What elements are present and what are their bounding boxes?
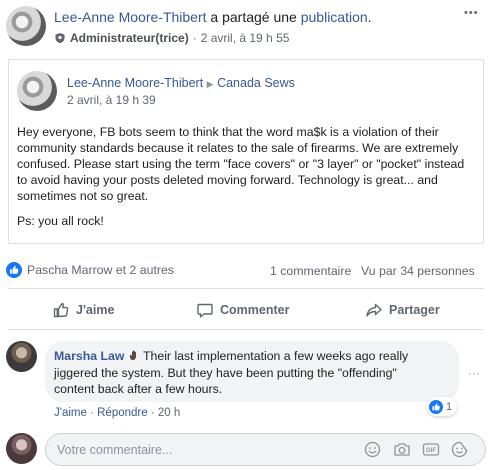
share-label: Partager [389,303,440,317]
like-label: J'aime [76,303,115,317]
comment-action-separator: · [150,407,155,419]
body-line: confused. Please start using the term "f… [17,157,465,171]
actions-divider [8,329,484,330]
comment-text: Marsha Law Their last implementation a f… [54,348,454,398]
reactors-text[interactable]: Pascha Marrow et 2 autres [27,263,174,277]
views-count[interactable]: Vu par 34 personnes [361,264,475,278]
comment-actions: J'aime · Répondre · 20 h [54,407,180,419]
comment-time[interactable]: 20 h [158,407,180,419]
thumbs-up-icon [53,303,69,318]
comment-options-button[interactable]: ··· [468,366,480,380]
comment-reply-link[interactable]: Répondre [97,407,148,419]
comment-reaction-count: 1 [446,400,453,413]
post-meta: Administrateur(trice) · 2 avril, à 19 h … [54,31,289,45]
publication-link[interactable]: publication [301,9,368,25]
reactions-summary[interactable]: Pascha Marrow et 2 autres [6,262,174,278]
share-icon [366,303,382,317]
body-line: Hey everyone, FB bots seem to think that… [17,125,439,139]
comment-icon [197,303,213,318]
group-link[interactable]: Canada Sews [217,76,295,90]
body-line: to avoid having your posts deleted movin… [17,173,438,187]
comment-like-icon [429,399,443,414]
shared-post-body: Hey everyone, FB bots seem to think that… [17,124,464,204]
post-date[interactable]: 2 avril, à 19 h 55 [201,31,290,45]
like-reaction-icon [6,262,22,278]
post-author-link[interactable]: Lee-Anne Moore-Thibert [54,9,207,25]
admin-shield-icon [55,33,65,44]
stats-divider [8,288,484,289]
shared-author-avatar[interactable] [17,71,57,111]
share-button[interactable]: Partager [365,299,440,321]
shared-text: a partagé une [206,9,301,25]
body-line: community standards because it relates t… [17,141,459,155]
comment-text-line3: content back after a few hours. [54,382,223,396]
post-options-button[interactable]: ••• [464,7,479,19]
shared-end: . [367,9,372,25]
comment-input-placeholder: Votre commentaire... [57,443,173,457]
commenter-avatar[interactable] [6,341,37,372]
comment-button[interactable]: Commenter [196,299,289,321]
commenter-name[interactable]: Marsha Law [54,349,124,363]
comment-action-separator: · [90,407,94,419]
current-user-avatar[interactable] [6,433,37,464]
group-arrow-icon: ▶ [206,79,214,89]
comment-like-link[interactable]: J'aime [54,407,87,419]
comments-count[interactable]: 1 commentaire [270,264,351,278]
sticker-icon[interactable] [451,441,468,461]
camera-icon[interactable] [393,441,411,461]
comment-reaction-badge[interactable]: 1 [427,397,458,416]
like-button[interactable]: J'aime [52,299,114,321]
comment-input[interactable]: Votre commentaire... GIF [45,433,486,466]
gif-icon[interactable]: GIF [422,441,440,461]
shared-post-header: Lee-Anne Moore-Thibert ▶ Canada Sews [67,76,295,90]
comment-text-line1: Their last implementation a few weeks ag… [143,349,409,363]
comment-label: Commenter [220,303,290,317]
body-line: sometimes not so great. [17,189,149,203]
svg-text:GIF: GIF [426,448,436,454]
waving-hand-icon [129,350,136,360]
author-avatar[interactable] [6,6,46,46]
comment-line: Marsha Law Their last implementation a f… [54,348,454,365]
admin-role: Administrateur(trice) [70,31,189,45]
shared-post-ps: Ps: you all rock! [17,214,104,228]
shared-post-date[interactable]: 2 avril, à 19 h 39 [67,93,156,107]
shared-author-link[interactable]: Lee-Anne Moore-Thibert [67,76,203,90]
emoji-icon[interactable] [364,441,381,461]
comment-text-line2: jiggered the system. But they have been … [54,365,397,380]
post-header-line: Lee-Anne Moore-Thibert a partagé une pub… [54,9,372,25]
meta-separator: · [192,31,197,45]
